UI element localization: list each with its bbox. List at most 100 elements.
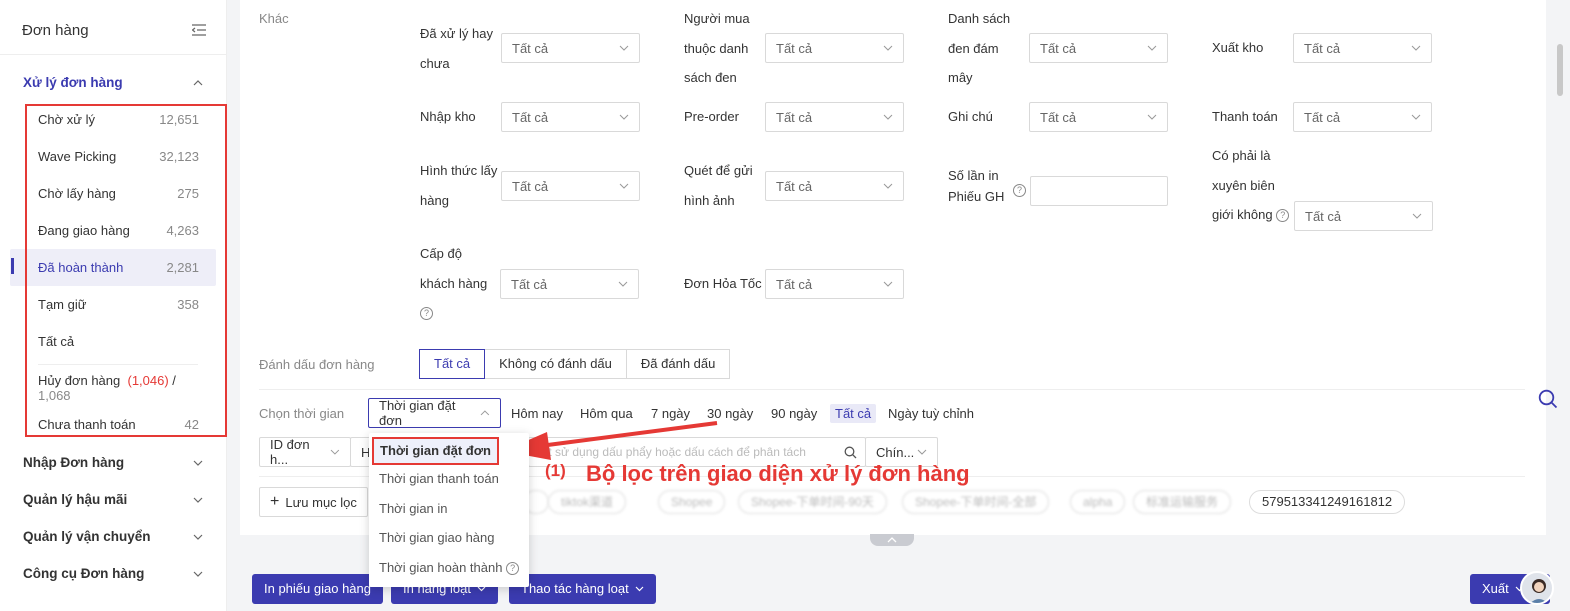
saved-filter-tag[interactable]: alpha [1070,490,1126,514]
sidebar-group-hau-mai[interactable]: Quản lý hậu mãi [0,481,226,518]
export-select[interactable]: Tất cả [1293,33,1432,63]
print-delivery-button[interactable]: In phiếu giao hàng [252,574,383,604]
chevron-down-icon [883,114,893,120]
sidebar-header: Đơn hàng [0,0,226,55]
chevron-down-icon [619,183,629,189]
blacklist-select[interactable]: Tất cả [765,33,904,63]
sidebar-group-xu-ly[interactable]: Xử lý đơn hàng [0,64,226,101]
mark-option-none[interactable]: Không có đánh dấu [484,349,627,379]
saved-filter-tag[interactable]: Shopee-下单时间-全部 [902,490,1050,514]
chevron-up-icon [480,410,490,416]
select-value: Tất cả [776,40,813,56]
dropdown-option-payment-time[interactable]: Thời gian thanh toán [379,471,499,486]
sidebar-item-cho-xu-ly[interactable]: Chờ xử lý 12,651 [10,101,216,138]
chevron-down-icon [193,571,203,577]
select-value: Tất cả [511,276,548,292]
sidebar-item-wave-picking[interactable]: Wave Picking 32,123 [10,138,216,175]
section-label: Khác [259,11,289,26]
saved-filter-tag[interactable]: 标准运输服务 [1133,490,1232,514]
help-icon[interactable]: ? [1276,209,1290,223]
sidebar-item-chua-thanh-toan[interactable]: Chưa thanh toán 42 [10,406,216,443]
customer-level-select[interactable]: Tất cả [500,269,639,299]
mark-label: Đánh dấu đơn hàng [259,357,375,372]
label-line: Có phải là [1212,148,1271,163]
payment-select[interactable]: Tất cả [1293,102,1432,132]
label-line: đen đám [948,40,999,56]
pickup-select[interactable]: Tất cả [501,171,640,201]
search-icon[interactable] [1538,389,1558,409]
time-option-all[interactable]: Tất cả [830,404,877,423]
select-value: Tất cả [776,276,813,292]
sidebar-group-nhap-don[interactable]: Nhập Đơn hàng [0,444,226,481]
customer-level-label: Cấp độ khách hàng? [420,239,487,328]
saved-filter-tag[interactable]: Shopee [658,490,726,514]
sidebar-item-da-hoan-thanh[interactable]: Đã hoàn thành 2,281 [10,249,216,286]
chevron-down-icon [883,281,893,287]
sidebar-divider [38,364,198,365]
time-type-select[interactable]: Thời gian đặt đơn [368,398,501,428]
cloud-blacklist-select[interactable]: Tất cả [1029,33,1168,63]
chevron-down-icon [1412,213,1422,219]
dropdown-option-order-time[interactable]: Thời gian đặt đơn [372,437,499,465]
crossborder-select[interactable]: Tất cả [1294,201,1433,231]
select-value: Tất cả [512,109,549,125]
label-line: thuộc danh [684,40,749,56]
select-value: ID đơn h... [270,437,310,467]
selected-indicator [11,258,14,274]
processed-label: Đã xử lý hay chưa [420,19,493,78]
sidebar-group-cong-cu[interactable]: Công cụ Đơn hàng [0,555,226,592]
processed-select[interactable]: Tất cả [501,33,640,63]
sidebar-item-dang-giao-hang[interactable]: Đang giao hàng 4,263 [10,212,216,249]
sidebar-item-label: Wave Picking [38,149,117,164]
id-type-select[interactable]: ID đơn h... [259,437,351,467]
saved-filter-tag[interactable]: tiktok渠道 [548,490,627,514]
mark-option-marked[interactable]: Đã đánh dấu [625,349,731,379]
annotation-number: (1) [545,461,566,480]
scan-select[interactable]: Tất cả [765,171,904,201]
print-count-input[interactable] [1030,176,1168,206]
note-select[interactable]: Tất cả [1029,102,1168,132]
collapse-menu-icon[interactable] [192,24,206,36]
mark-option-all[interactable]: Tất cả [419,349,486,379]
dropdown-option-complete-time[interactable]: Thời gian hoàn thành ? [379,560,520,576]
sidebar-group-van-chuyen[interactable]: Quản lý vận chuyển [0,518,226,555]
bulk-ops-button[interactable]: Thao tác hàng loạt [509,574,656,604]
chevron-down-icon [193,460,203,466]
label-line: sách đen [684,70,737,85]
chevron-down-icon [1147,45,1157,51]
help-icon[interactable]: ? [420,307,433,321]
express-select[interactable]: Tất cả [765,269,904,299]
select-value: Tất cả [776,109,813,125]
chevron-down-icon [618,281,628,287]
scrollbar[interactable] [1557,44,1563,96]
avatar[interactable] [1520,571,1554,605]
label-line: Đã xử lý hay [420,26,494,41]
preorder-select[interactable]: Tất cả [765,102,904,132]
time-option-custom[interactable]: Ngày tuỳ chỉnh [888,406,974,421]
express-label: Đơn Hỏa Tốc [684,276,762,291]
label-line: khách hàng [420,275,488,291]
saved-filter-tag[interactable]: Shopee-下单时间-90天 [738,490,887,514]
label-line: hàng [420,192,449,208]
collapse-handle[interactable] [870,534,914,546]
sidebar-item-tam-giu[interactable]: Tạm giữ 358 [10,286,216,323]
import-select[interactable]: Tất cả [501,102,640,132]
label-line: ? [420,298,487,328]
saved-filter-tag[interactable]: 579513341249161812 [1249,490,1406,514]
help-icon[interactable]: ? [1013,184,1026,197]
dropdown-option-delivery-time[interactable]: Thời gian giao hàng [379,530,495,545]
time-option-90days[interactable]: 90 ngày [771,406,817,421]
dropdown-option-print-time[interactable]: Thời gian in [379,501,448,516]
chevron-down-icon [330,449,340,455]
sidebar-item-cho-lay-hang[interactable]: Chờ lấy hàng 275 [10,175,216,212]
search-icon[interactable] [844,446,857,459]
sidebar-group-label: Công cụ Đơn hàng [23,566,145,581]
chevron-down-icon [193,497,203,503]
label-line: Cấp độ [420,246,462,261]
sidebar-item-tat-ca[interactable]: Tất cả [10,323,216,360]
label-line: chưa [420,55,450,71]
save-filter-button[interactable]: + Lưu mục lọc [259,487,368,517]
help-icon[interactable]: ? [506,562,520,576]
sidebar-item-label: Tất cả [38,334,75,349]
sidebar-item-huy-don-hang[interactable]: Hủy đơn hàng (1,046) / 1,068 [10,369,216,406]
